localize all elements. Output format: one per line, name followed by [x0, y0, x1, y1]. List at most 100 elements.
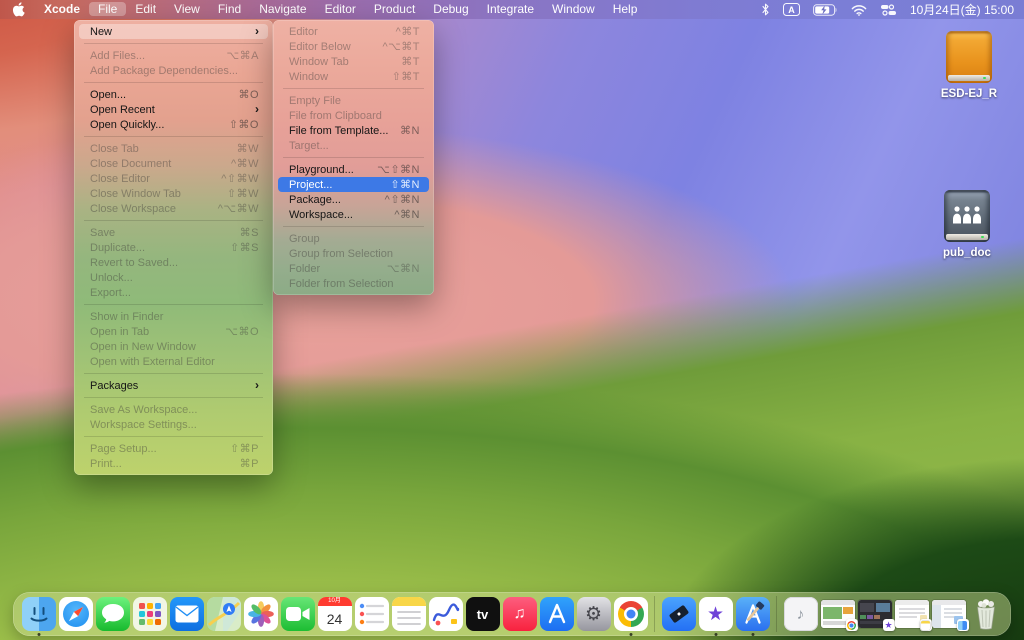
menu-item-add-package-dependencies: Add Package Dependencies... — [79, 63, 268, 78]
dock-item-freeform[interactable] — [429, 597, 463, 631]
battery-icon[interactable] — [813, 4, 838, 16]
menubar-item-edit[interactable]: Edit — [126, 2, 165, 16]
desktop-icon-esd-ej-r[interactable]: ESD-EJ_R — [936, 31, 1002, 100]
menu-item-label: Close Workspace — [90, 203, 176, 215]
menu-separator — [84, 373, 263, 374]
menubar-item-debug[interactable]: Debug — [424, 2, 477, 16]
desktop-icon-pub-doc[interactable]: pub_doc — [934, 190, 1000, 259]
dock-item-minimized-imovie-window[interactable]: ★ — [858, 600, 892, 628]
wifi-icon[interactable] — [851, 4, 867, 16]
dock-item-google-chrome[interactable] — [614, 597, 648, 631]
desktop-icon-label: ESD-EJ_R — [941, 88, 997, 100]
menubar-item-xcode[interactable]: Xcode — [35, 2, 89, 16]
menu-item-label: New — [90, 26, 112, 38]
menubar-item-find[interactable]: Find — [209, 2, 250, 16]
apple-menu-icon[interactable] — [0, 0, 35, 19]
dock-item-testflight[interactable] — [662, 597, 696, 631]
envelope-icon — [175, 605, 199, 623]
dock-item-photos[interactable] — [244, 597, 278, 631]
menu-item-packages[interactable]: Packages› — [79, 378, 268, 393]
dock-item-apple-tv[interactable]: tv — [466, 597, 500, 631]
menu-item-save-as-workspace: Save As Workspace... — [79, 402, 268, 417]
menubar-item-file[interactable]: File — [89, 2, 126, 16]
external-drive-icon — [946, 31, 992, 83]
dock-item-maps[interactable] — [207, 597, 241, 631]
dock-item-music-file-stack[interactable]: ♪ — [784, 597, 818, 631]
menu-item-shortcut: ⇧⌘S — [230, 241, 259, 254]
finder-face-icon — [22, 597, 56, 631]
menu-item-label: Unlock... — [90, 272, 133, 284]
app-grid-icon — [138, 602, 162, 626]
speech-bubble-icon — [100, 602, 126, 626]
dock-item-imovie[interactable]: ★ — [699, 597, 733, 631]
menu-item-open-recent[interactable]: Open Recent› — [79, 102, 268, 117]
input-source-indicator[interactable]: A — [783, 3, 800, 16]
menubar-item-navigate[interactable]: Navigate — [250, 2, 315, 16]
menu-item-workspace-settings: Workspace Settings... — [79, 417, 268, 432]
menu-separator — [84, 82, 263, 83]
reminders-list-icon — [359, 602, 385, 626]
menu-item-label: Export... — [90, 287, 131, 299]
menu-item-label: Playground... — [289, 164, 354, 176]
menu-item-label: Packages — [90, 380, 138, 392]
dock-item-xcode[interactable] — [736, 597, 770, 631]
menu-item-package[interactable]: Package...^⇧⌘N — [278, 192, 429, 207]
menu-item-label: Workspace... — [289, 209, 353, 221]
menu-item-label: Add Package Dependencies... — [90, 65, 238, 77]
dock-item-app-store[interactable] — [540, 597, 574, 631]
menu-item-shortcut: ⌘S — [240, 226, 259, 239]
dock-item-reminders[interactable] — [355, 597, 389, 631]
control-center-icon[interactable] — [880, 4, 897, 16]
menu-item-shortcut: ⇧⌘W — [227, 187, 259, 200]
menubar-item-help[interactable]: Help — [604, 2, 647, 16]
dock-item-messages[interactable] — [96, 597, 130, 631]
menu-item-open[interactable]: Open... ⌘O — [79, 87, 268, 102]
menu-item-workspace[interactable]: Workspace...^⌘N — [278, 207, 429, 222]
dock-item-finder[interactable] — [22, 597, 56, 631]
menu-item-label: Folder from Selection — [289, 278, 394, 290]
menu-item-label: Close Tab — [90, 143, 139, 155]
notes-lines-icon — [392, 606, 426, 631]
dock-item-launchpad[interactable] — [133, 597, 167, 631]
dock-item-minimized-notes-window[interactable] — [895, 600, 929, 628]
menu-item-shortcut: ⌘W — [237, 142, 259, 155]
menu-item-playground[interactable]: Playground...⌥⇧⌘N — [278, 162, 429, 177]
menubar-item-editor[interactable]: Editor — [316, 2, 365, 16]
bluetooth-icon[interactable] — [761, 3, 770, 16]
menu-separator — [84, 304, 263, 305]
menu-item-label: Group from Selection — [289, 248, 393, 260]
dock-item-notes[interactable] — [392, 597, 426, 631]
menu-item-label: Target... — [289, 140, 329, 152]
menu-item-label: Open... — [90, 89, 126, 101]
menu-item-open-quickly[interactable]: Open Quickly...⇧⌘O — [79, 117, 268, 132]
clock[interactable]: 10月24日(金) 15:00 — [910, 1, 1014, 18]
menu-item-duplicate: Duplicate...⇧⌘S — [79, 240, 268, 255]
submenu-chevron-icon: › — [255, 104, 259, 115]
menu-item-new[interactable]: New› — [79, 24, 268, 39]
menu-item-shortcut: ⌘O — [238, 88, 259, 101]
menu-item-label: Editor — [289, 26, 318, 38]
menu-item-label: Open with External Editor — [90, 356, 215, 368]
dock-item-minimized-finder-window[interactable] — [932, 600, 966, 628]
menubar-item-view[interactable]: View — [165, 2, 209, 16]
flower-icon — [244, 597, 278, 631]
menubar-item-window[interactable]: Window — [543, 2, 604, 16]
menubar-item-product[interactable]: Product — [365, 2, 424, 16]
dock-item-music[interactable]: ♫ — [503, 597, 537, 631]
menu-item-save: Save⌘S — [79, 225, 268, 240]
dock-item-minimized-chrome-window[interactable] — [821, 600, 855, 628]
dock-item-trash[interactable] — [969, 597, 1003, 631]
dock-item-mail[interactable] — [170, 597, 204, 631]
menu-item-page-setup: Page Setup...⇧⌘P — [79, 441, 268, 456]
menu-item-project[interactable]: Project...⇧⌘N — [278, 177, 429, 192]
dock-item-calendar[interactable]: 10月24 — [318, 597, 352, 631]
menu-item-label: Workspace Settings... — [90, 419, 197, 431]
menu-item-file-from-template[interactable]: File from Template...⌘N — [278, 123, 429, 138]
menubar-item-integrate[interactable]: Integrate — [478, 2, 543, 16]
menu-item-shortcut: ⌥⌘O — [225, 325, 259, 338]
menu-item-print: Print...⌘P — [79, 456, 268, 471]
dock-item-safari[interactable] — [59, 597, 93, 631]
menu-item-group: Group — [278, 231, 429, 246]
dock-item-system-settings[interactable]: ⚙ — [577, 597, 611, 631]
dock-item-facetime[interactable] — [281, 597, 315, 631]
